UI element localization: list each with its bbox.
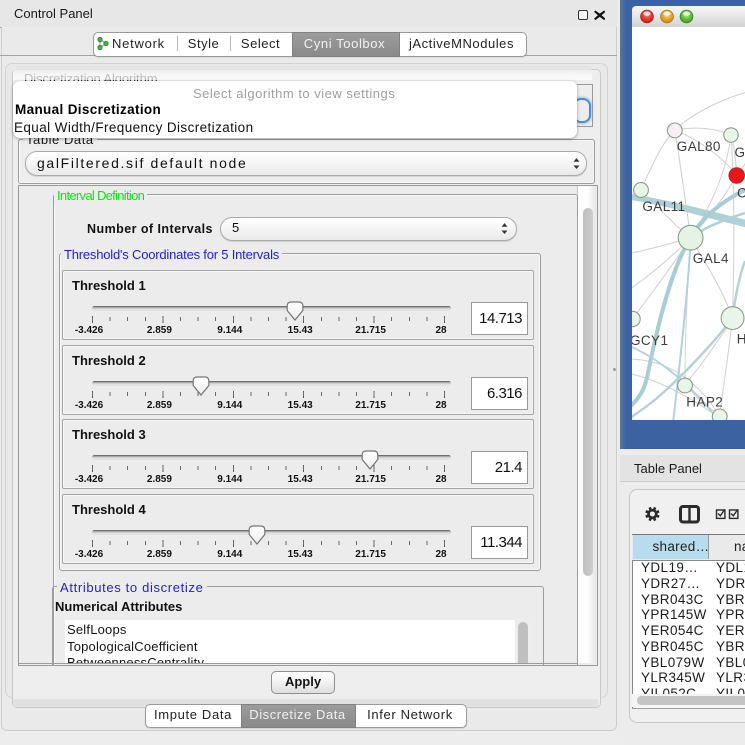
svg-text:GAL80: GAL80 — [677, 139, 721, 154]
svg-text:GAL11: GAL11 — [642, 199, 685, 214]
svg-text:H: H — [737, 332, 745, 347]
svg-text:GAL4: GAL4 — [693, 251, 729, 266]
svg-text:GCY1: GCY1 — [632, 333, 668, 348]
svg-text:C: C — [737, 186, 745, 201]
svg-text:HAP2: HAP2 — [686, 395, 723, 410]
svg-text:GA: GA — [735, 145, 745, 160]
